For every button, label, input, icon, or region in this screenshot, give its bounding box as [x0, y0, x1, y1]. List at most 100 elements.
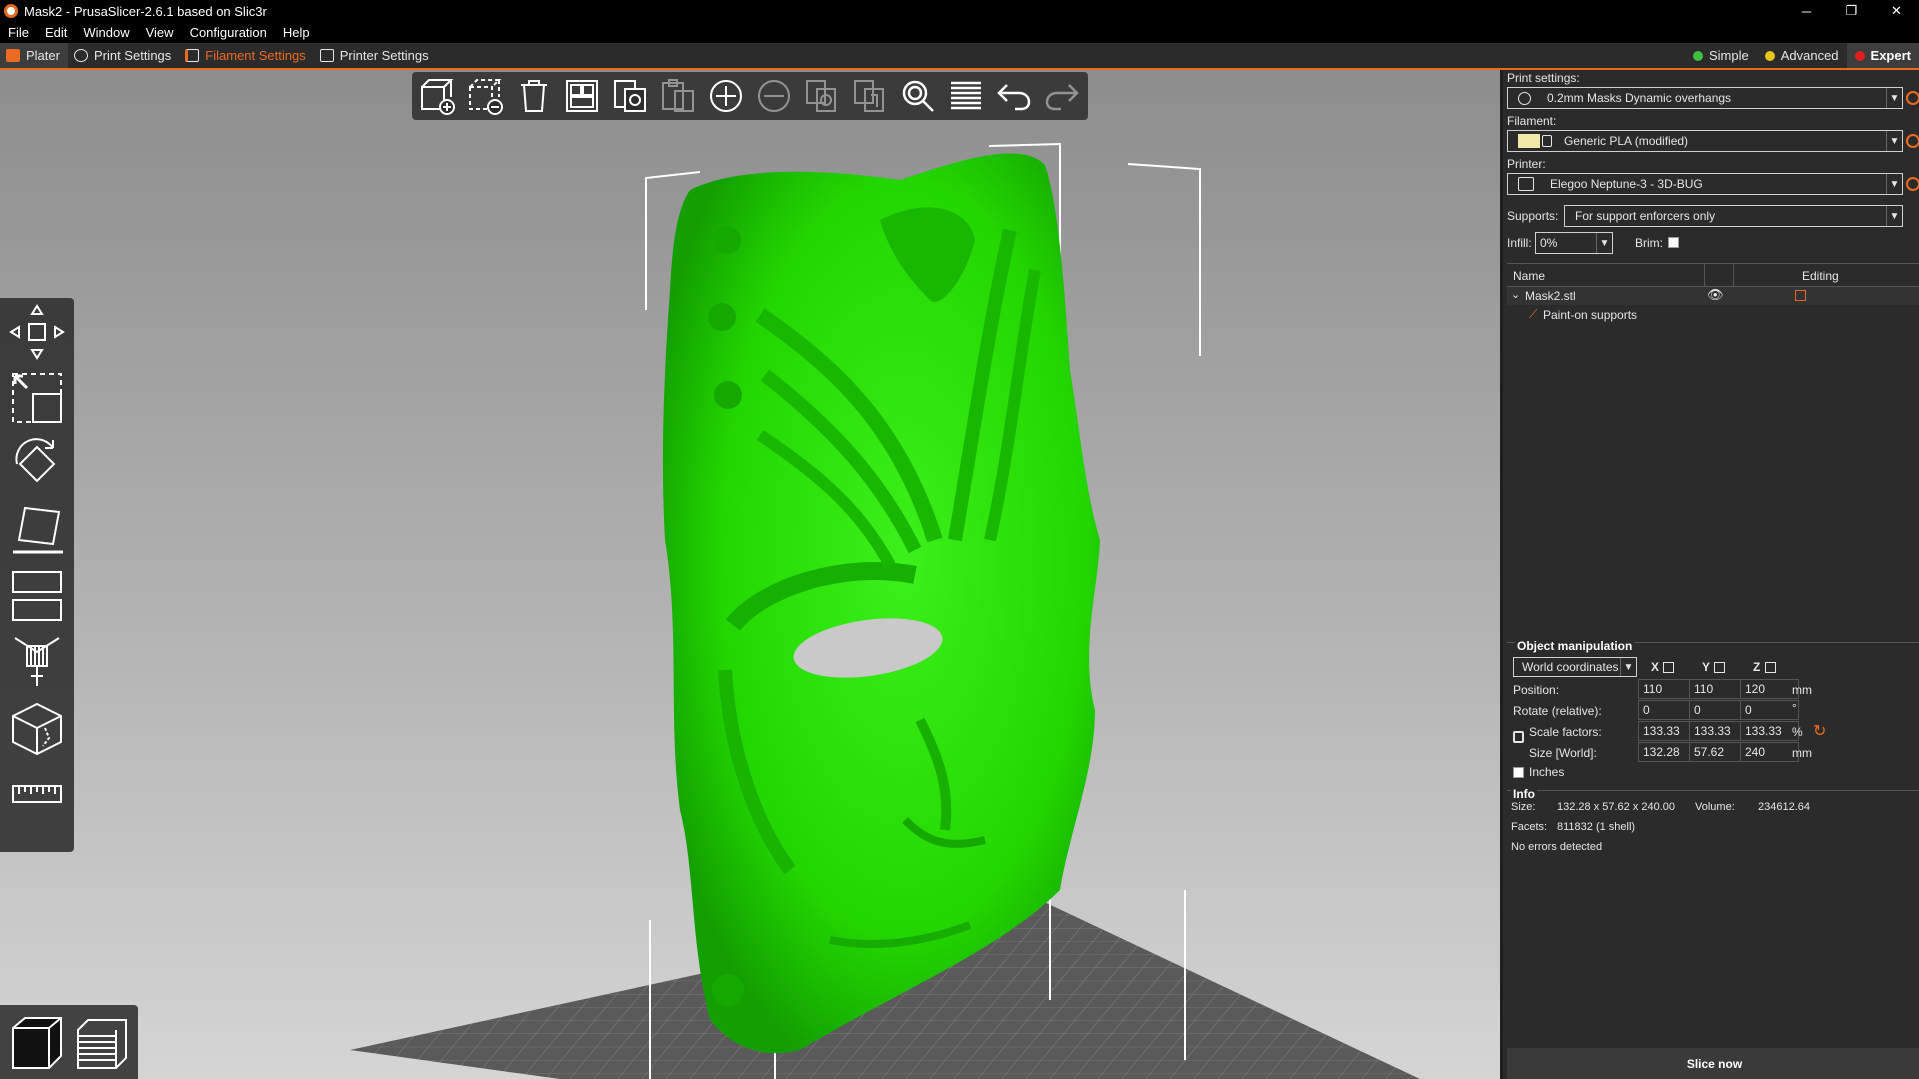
coordinates-value: World coordinates	[1522, 660, 1619, 674]
preview-icon[interactable]	[71, 1010, 133, 1074]
mode-expert[interactable]: Expert	[1846, 43, 1919, 68]
mode-expert-label: Expert	[1870, 48, 1911, 63]
supports-label: Supports:	[1507, 209, 1559, 223]
mode-simple[interactable]: Simple	[1685, 43, 1757, 68]
axis-z-label: Z	[1753, 660, 1761, 674]
collapse-icon[interactable]: ⌄	[1511, 288, 1520, 301]
info-size-label: Size:	[1511, 801, 1536, 813]
drop-to-bed-z-icon[interactable]	[1765, 662, 1776, 673]
delete-all-icon[interactable]	[514, 76, 554, 116]
eye-icon[interactable]: 👁	[1707, 287, 1724, 303]
menu-window[interactable]: Window	[75, 25, 137, 40]
object-row[interactable]: ⌄ Mask2.stl 👁	[1507, 287, 1919, 305]
cut-icon[interactable]	[5, 566, 69, 626]
split-parts-icon[interactable]	[850, 76, 890, 116]
tab-plater[interactable]: Plater	[0, 43, 68, 68]
size-z-input[interactable]: 240	[1740, 742, 1799, 762]
search-icon[interactable]	[898, 76, 938, 116]
add-instance-icon[interactable]	[706, 76, 746, 116]
prusaslicer-window: Mask2 - PrusaSlicer-2.6.1 based on Slic3…	[0, 0, 1919, 1079]
printer-combo[interactable]: Elegoo Neptune-3 - 3D-BUG ▼	[1507, 173, 1903, 195]
place-on-face-icon[interactable]	[5, 500, 69, 560]
menu-configuration[interactable]: Configuration	[182, 25, 275, 40]
menu-view[interactable]: View	[138, 25, 182, 40]
undo-icon[interactable]	[994, 76, 1034, 116]
brim-checkbox[interactable]	[1668, 237, 1679, 248]
tab-print-settings[interactable]: Print Settings	[68, 43, 179, 68]
edit-icon[interactable]	[1795, 290, 1806, 301]
add-icon[interactable]	[418, 76, 458, 116]
object-list-header: Name Editing	[1507, 263, 1919, 287]
print-settings-label: Print settings:	[1507, 71, 1580, 85]
infill-value: 0%	[1540, 236, 1558, 250]
rotate-icon[interactable]	[5, 434, 69, 494]
remove-instance-icon[interactable]	[754, 76, 794, 116]
scale-label: Scale factors:	[1529, 725, 1602, 739]
col-name: Name	[1513, 269, 1546, 283]
tab-printer-settings-label: Printer Settings	[339, 48, 429, 63]
supports-combo[interactable]: For support enforcers only ▼	[1564, 205, 1903, 227]
chevron-down-icon: ▼	[1596, 233, 1612, 253]
info-title: Info	[1511, 787, 1537, 801]
tab-print-settings-label: Print Settings	[93, 48, 172, 63]
object-name: Mask2.stl	[1525, 289, 1576, 303]
coordinates-combo[interactable]: World coordinates ▼	[1513, 657, 1637, 677]
delete-icon[interactable]	[466, 76, 506, 116]
filament-edit-icon[interactable]	[1906, 134, 1919, 148]
slice-now-button[interactable]: Slice now	[1507, 1048, 1919, 1079]
col-editing: Editing	[1802, 269, 1839, 283]
3d-viewport[interactable]	[0, 70, 1500, 1079]
scale-z-input[interactable]: 133.33	[1740, 721, 1799, 741]
3d-view-icon[interactable]	[6, 1010, 68, 1074]
drop-to-bed-x-icon[interactable]	[1663, 662, 1674, 673]
support-paint-icon[interactable]	[5, 632, 69, 692]
expert-mode-dot-icon	[1854, 50, 1865, 61]
tab-printer-settings[interactable]: Printer Settings	[314, 43, 437, 68]
minimize-icon[interactable]: ─	[1784, 0, 1829, 22]
measure-icon[interactable]	[5, 764, 69, 824]
redo-icon[interactable]	[1042, 76, 1082, 116]
size-label: Size [World]:	[1529, 746, 1597, 760]
lock-icon[interactable]	[1513, 731, 1524, 743]
info-volume-value: 234612.64	[1758, 801, 1810, 813]
plater-toolbar	[412, 72, 1088, 120]
layers-editing-icon[interactable]	[946, 76, 986, 116]
tab-filament-settings[interactable]: Filament Settings	[179, 43, 313, 68]
position-z-input[interactable]: 120	[1740, 679, 1799, 699]
rotate-z-input[interactable]: 0	[1740, 700, 1799, 720]
seam-paint-icon[interactable]	[5, 698, 69, 758]
printer-edit-icon[interactable]	[1906, 177, 1919, 191]
copy-icon[interactable]	[610, 76, 650, 116]
printer-value: Elegoo Neptune-3 - 3D-BUG	[1550, 177, 1703, 191]
close-icon[interactable]: ✕	[1874, 0, 1919, 22]
scale-icon[interactable]	[5, 368, 69, 428]
title-bar: Mask2 - PrusaSlicer-2.6.1 based on Slic3…	[0, 0, 1919, 22]
tab-bar: Plater Print Settings Filament Settings …	[0, 43, 1919, 70]
chevron-down-icon: ▼	[1886, 174, 1902, 194]
print-settings-edit-icon[interactable]	[1906, 91, 1919, 105]
reset-scale-icon[interactable]: ↻	[1813, 721, 1826, 741]
mode-selector: Simple Advanced Expert	[1685, 43, 1919, 68]
object-manipulation-title: Object manipulation	[1515, 639, 1635, 653]
filament-combo[interactable]: Generic PLA (modified) ▼	[1507, 130, 1903, 152]
menu-edit[interactable]: Edit	[37, 25, 75, 40]
move-icon[interactable]	[5, 302, 69, 362]
inches-checkbox[interactable]	[1513, 767, 1524, 778]
restore-icon[interactable]: ❐	[1829, 0, 1874, 22]
menu-help[interactable]: Help	[275, 25, 318, 40]
infill-label: Infill:	[1507, 236, 1532, 250]
split-objects-icon[interactable]	[802, 76, 842, 116]
arrange-icon[interactable]	[562, 76, 602, 116]
printer-label: Printer:	[1507, 157, 1546, 171]
col-visibility	[1704, 264, 1734, 286]
sidebar: Print settings: 0.2mm Masks Dynamic over…	[1500, 70, 1919, 1079]
mode-advanced[interactable]: Advanced	[1757, 43, 1847, 68]
paste-icon[interactable]	[658, 76, 698, 116]
print-settings-combo[interactable]: 0.2mm Masks Dynamic overhangs ▼	[1507, 87, 1903, 109]
sub-object-row[interactable]: ⟋ Paint-on supports	[1507, 306, 1919, 324]
drop-to-bed-y-icon[interactable]	[1714, 662, 1725, 673]
lock-icon	[1542, 135, 1552, 147]
3d-scene[interactable]	[0, 70, 1500, 1079]
infill-combo[interactable]: 0% ▼	[1535, 232, 1613, 254]
menu-file[interactable]: File	[0, 25, 37, 40]
